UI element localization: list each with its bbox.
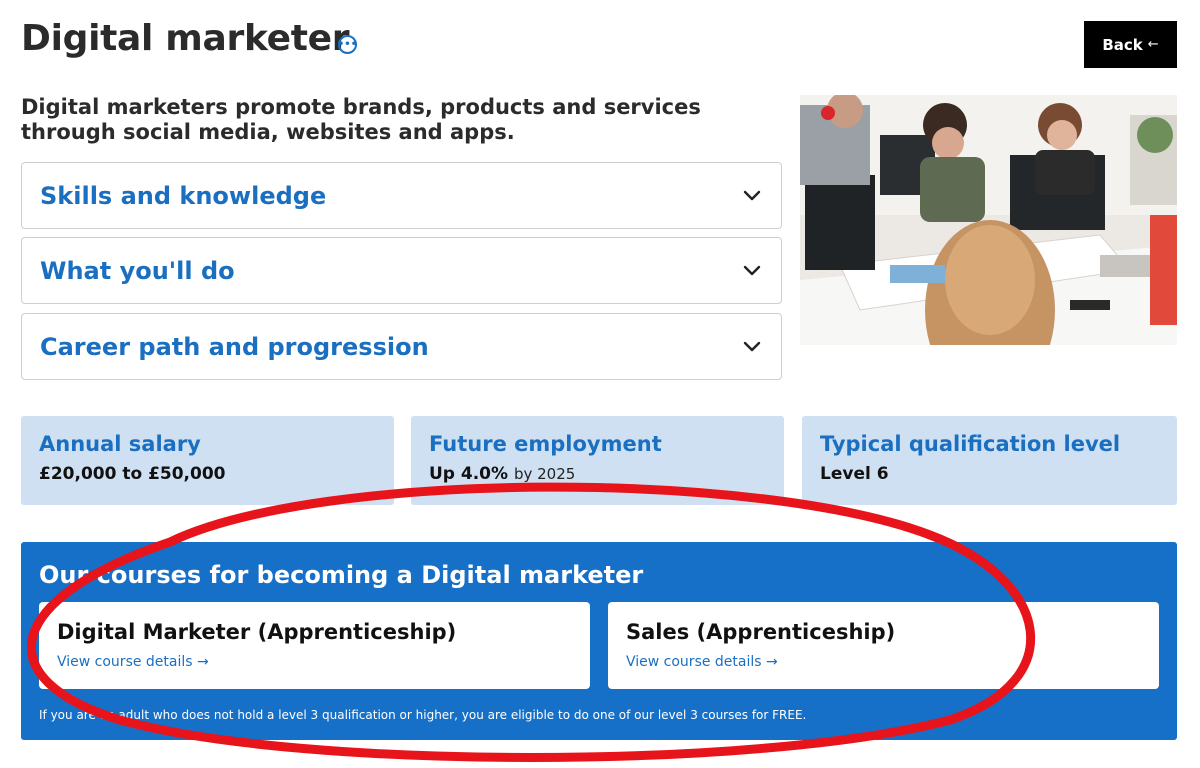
stat-label: Annual salary <box>39 432 201 456</box>
stat-suffix: by 2025 <box>513 465 576 483</box>
accordion-what-youll-do[interactable]: What you'll do <box>21 237 782 304</box>
stat-value: £20,000 to £50,000 <box>39 464 376 484</box>
back-button-label: Back <box>1102 35 1143 54</box>
chevron-down-icon <box>741 260 763 282</box>
info-circle-icon[interactable]: ••• <box>338 35 357 54</box>
accordion-skills-and-knowledge[interactable]: Skills and knowledge <box>21 162 782 229</box>
accordion-label: What you'll do <box>40 256 235 285</box>
chevron-down-icon <box>741 185 763 207</box>
stat-annual-salary: Annual salary £20,000 to £50,000 <box>21 416 394 505</box>
page-title: Digital marketer <box>21 18 350 59</box>
courses-heading: Our courses for becoming a Digital marke… <box>39 561 644 589</box>
course-card-digital-marketer[interactable]: Digital Marketer (Apprenticeship) View c… <box>39 602 590 689</box>
course-title: Digital Marketer (Apprenticeship) <box>57 620 457 644</box>
stat-value: Level 6 <box>820 464 1159 484</box>
stat-qualification-level: Typical qualification level Level 6 <box>802 416 1177 505</box>
course-link-text: View course details <box>57 654 193 670</box>
course-link-text: View course details <box>626 654 762 670</box>
courses-panel: Our courses for becoming a Digital marke… <box>21 542 1177 740</box>
stat-future-employment: Future employment Up 4.0% by 2025 <box>411 416 784 505</box>
accordion-label: Career path and progression <box>40 332 429 361</box>
accordion-career-path[interactable]: Career path and progression <box>21 313 782 380</box>
view-course-details-link[interactable]: View course details → <box>626 654 1141 670</box>
stat-value-text: £20,000 to £50,000 <box>39 464 226 484</box>
arrow-right-icon: → <box>197 654 209 670</box>
course-card-sales[interactable]: Sales (Apprenticeship) View course detai… <box>608 602 1159 689</box>
stat-label: Future employment <box>429 432 662 456</box>
stat-label: Typical qualification level <box>820 432 1121 456</box>
stat-value: Up 4.0% by 2025 <box>429 464 766 484</box>
view-course-details-link[interactable]: View course details → <box>57 654 572 670</box>
intro-text: Digital marketers promote brands, produc… <box>21 95 701 144</box>
back-button[interactable]: Back ← <box>1084 21 1177 68</box>
stat-value-text: Level 6 <box>820 464 889 484</box>
office-team-photo <box>800 95 1177 345</box>
chevron-down-icon <box>741 336 763 358</box>
course-title: Sales (Apprenticeship) <box>626 620 896 644</box>
arrow-left-icon: ← <box>1147 37 1159 52</box>
stat-value-text: Up 4.0% <box>429 464 509 484</box>
eligibility-note: If you are an adult who does not hold a … <box>39 708 807 722</box>
arrow-right-icon: → <box>766 654 778 670</box>
accordion-label: Skills and knowledge <box>40 181 327 210</box>
